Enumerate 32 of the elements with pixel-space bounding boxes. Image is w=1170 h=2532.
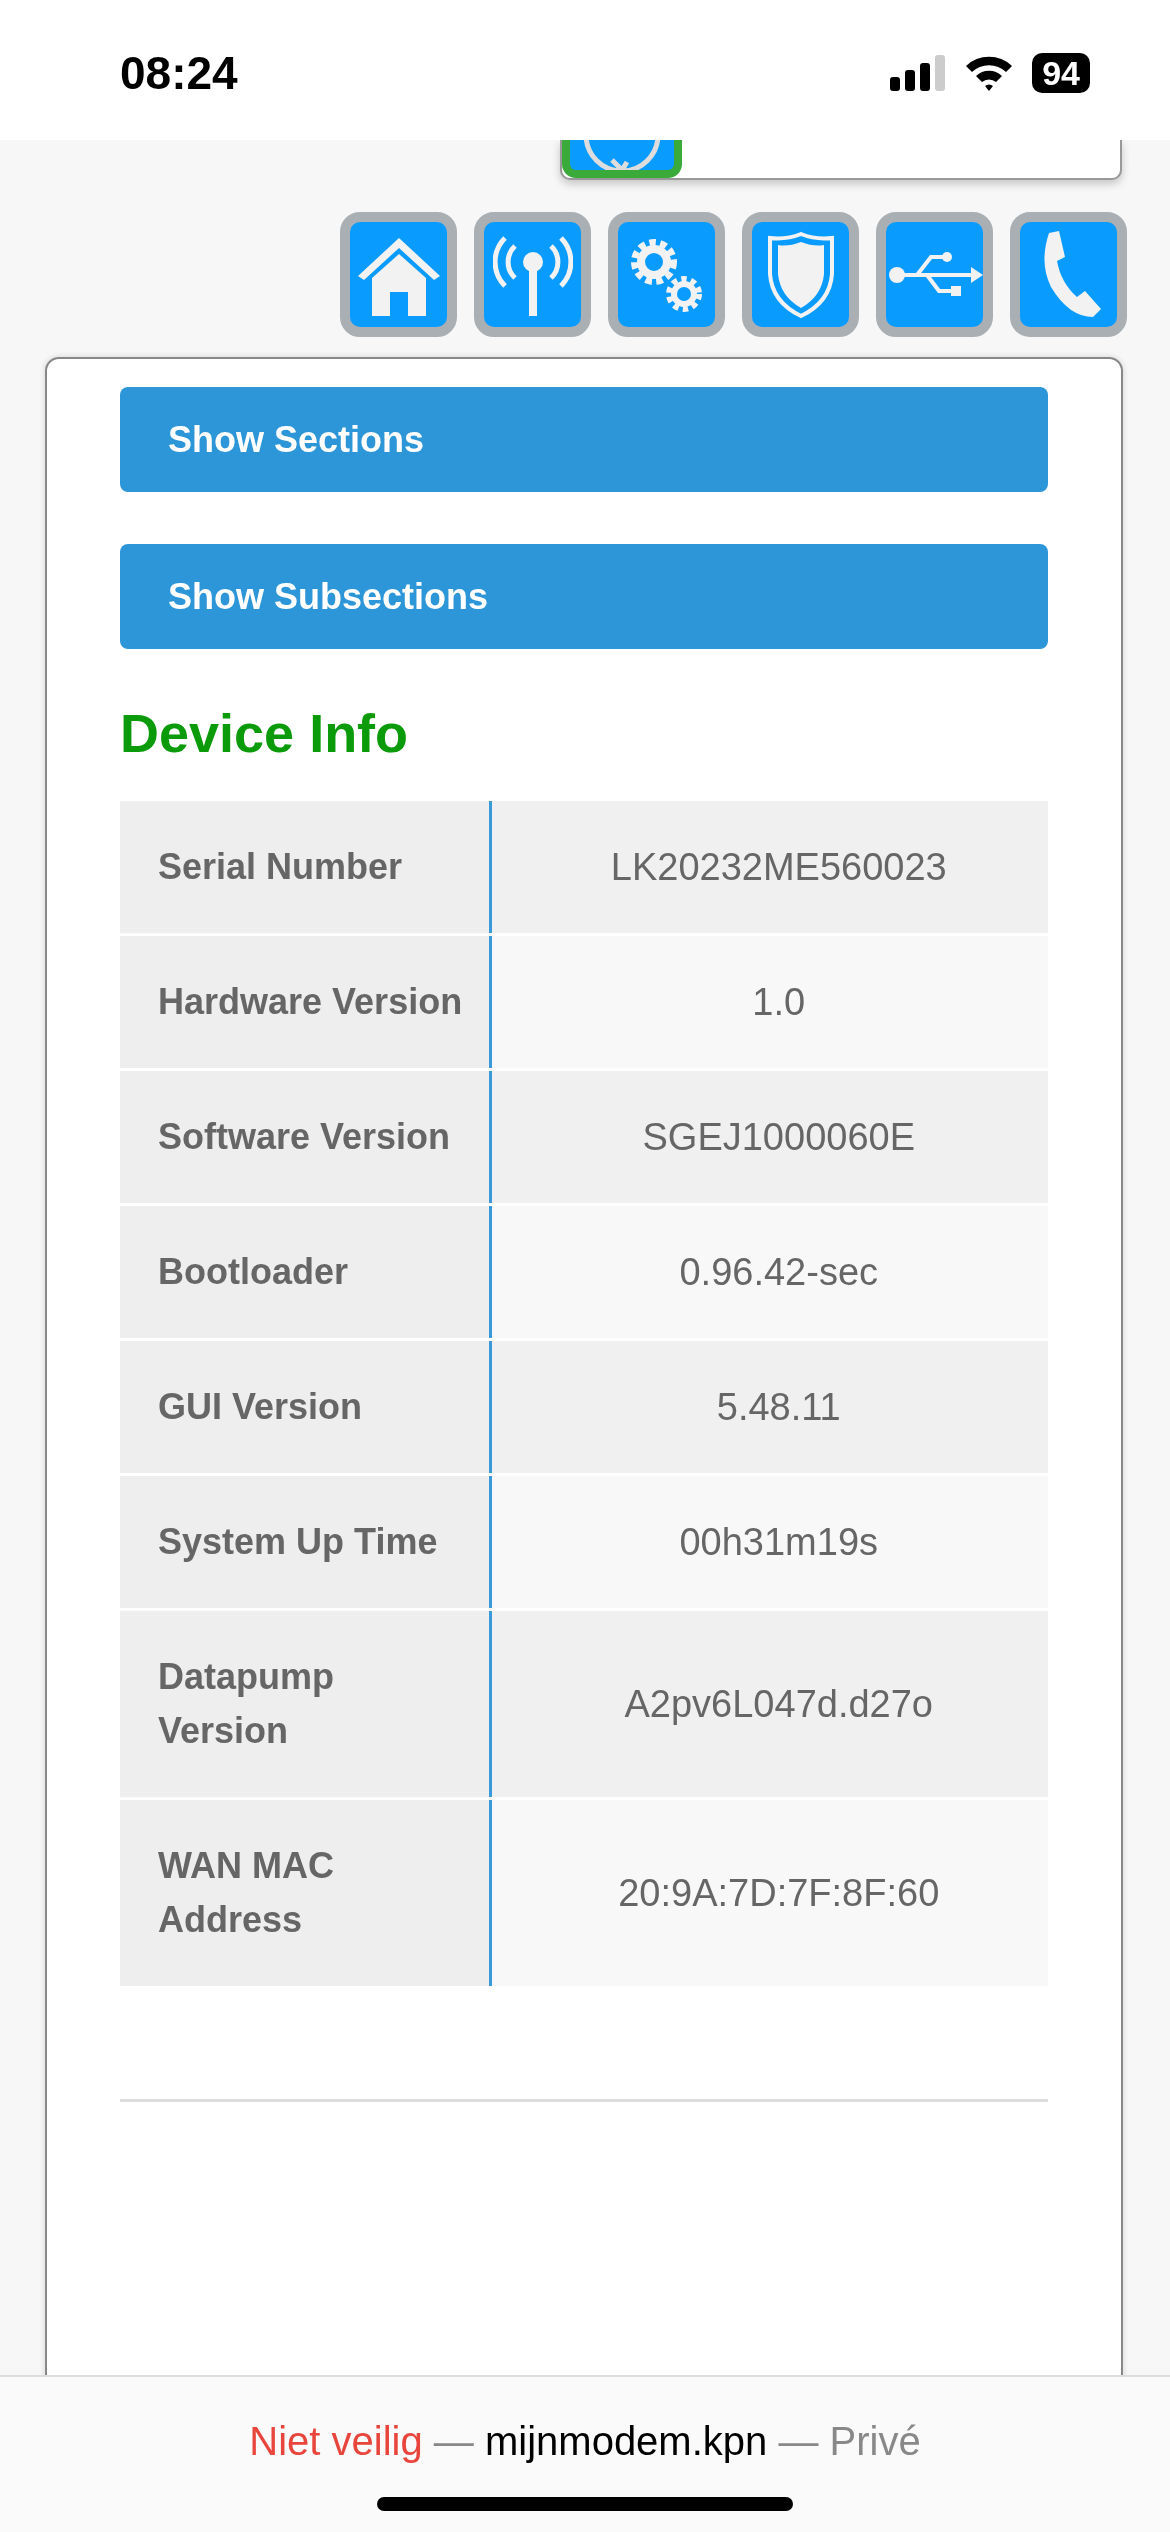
row-label: System Up Time (120, 1474, 490, 1610)
row-label: Software Version (120, 1069, 490, 1205)
row-value: 5.48.11 (490, 1339, 1048, 1475)
row-label: WAN MAC Address (120, 1798, 490, 1988)
row-label: Bootloader (120, 1204, 490, 1340)
nav-button[interactable] (608, 212, 725, 337)
row-label: Datapump Version (120, 1609, 490, 1799)
globe-button[interactable] (562, 140, 682, 178)
row-label: GUI Version (120, 1339, 490, 1475)
nav-button[interactable] (474, 212, 591, 337)
row-label: Hardware Version (120, 934, 490, 1070)
section-heading: Device Info (120, 702, 410, 765)
nav-button[interactable] (1010, 212, 1127, 337)
battery-level: 94 (1032, 53, 1090, 93)
toggle-button[interactable]: Show Subsections (120, 544, 1048, 649)
row-value: SGEJ1000060E (490, 1069, 1048, 1205)
address-text[interactable]: Niet veilig — mijnmodem.kpn — Privé (249, 2411, 921, 2471)
nav-button[interactable] (742, 212, 859, 337)
row-value: 00h31m19s (490, 1474, 1048, 1610)
row-value: 1.0 (490, 934, 1048, 1070)
row-value: LK20232ME560023 (490, 801, 1048, 935)
row-value: 20:9A:7D:7F:8F:60 (490, 1798, 1048, 1988)
nav-button[interactable] (340, 212, 457, 337)
row-label: Serial Number (120, 801, 490, 935)
shield-icon (765, 229, 836, 320)
row-value: 0.96.42-sec (490, 1204, 1048, 1340)
signal-icon (890, 55, 947, 91)
wifi-icon (964, 54, 1015, 92)
row-value: A2pv6L047d.d27o (490, 1609, 1048, 1799)
nav-button[interactable] (876, 212, 993, 337)
toggle-button[interactable]: Show Sections (120, 387, 1048, 492)
clock-time: 08:24 (120, 45, 238, 101)
